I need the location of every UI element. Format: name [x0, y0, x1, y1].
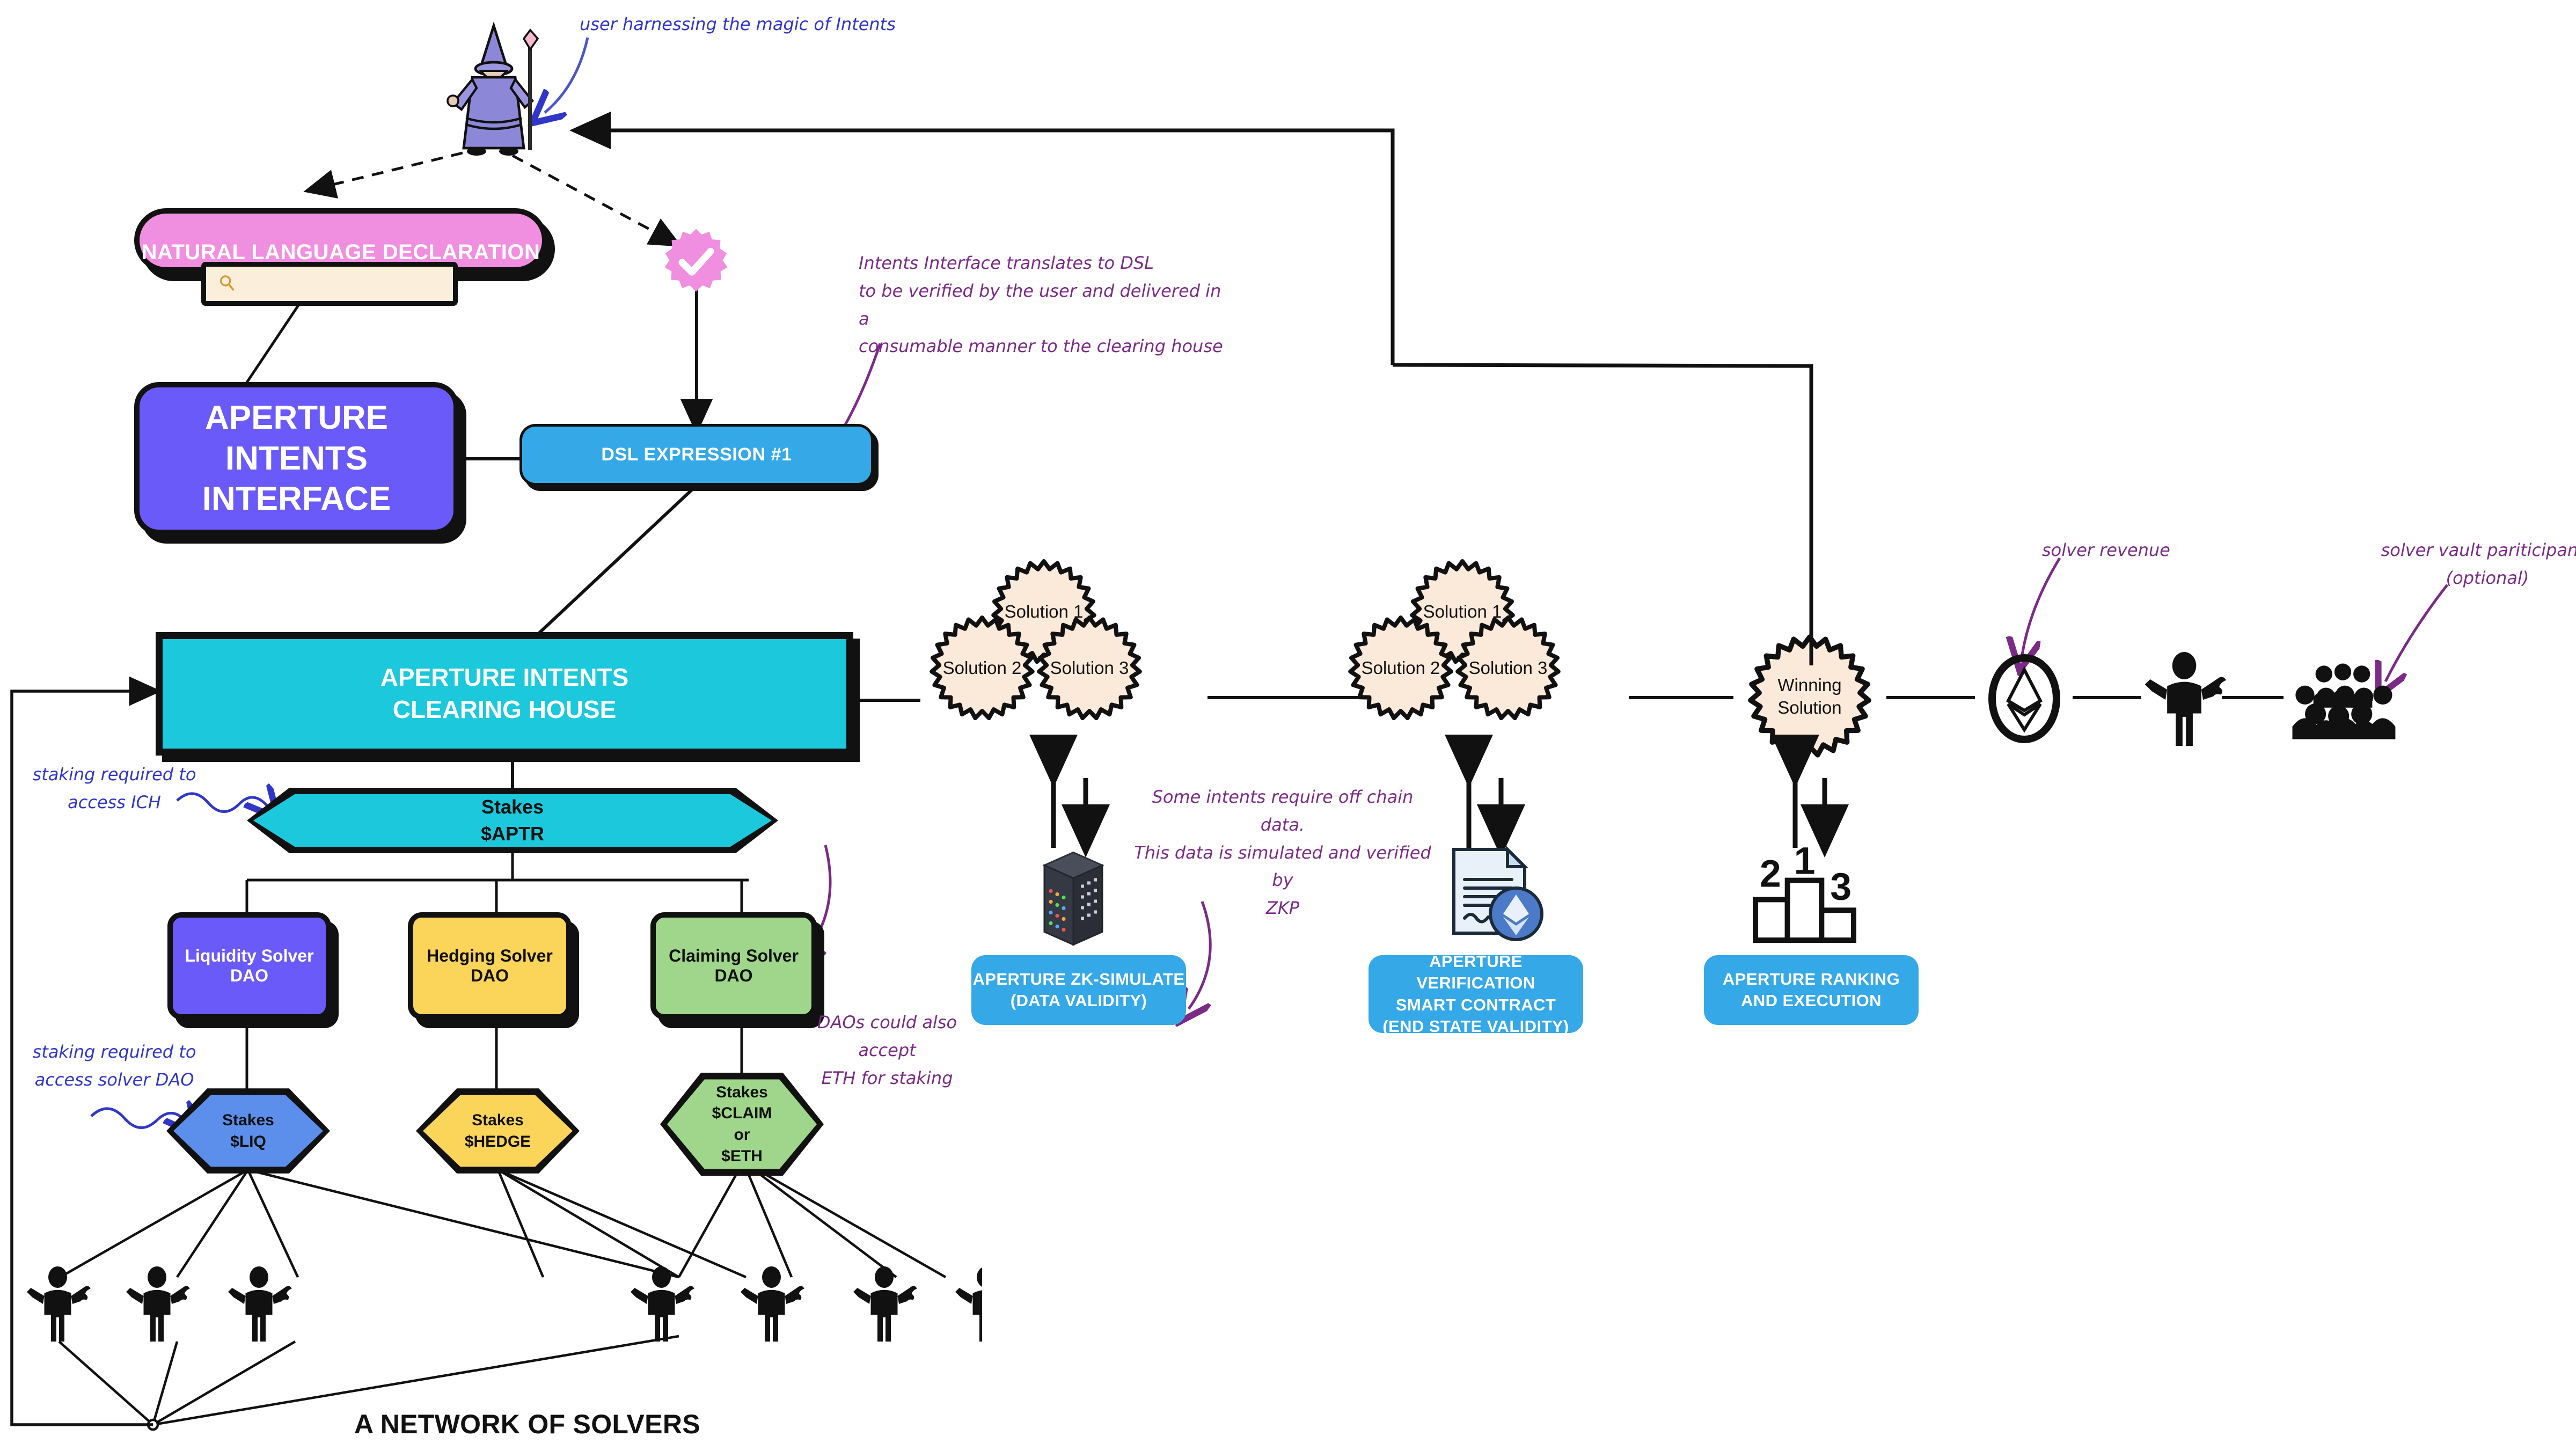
winning-line2: Solution	[1777, 697, 1842, 717]
stakes-liq-hex[interactable]: Stakes $LIQ	[166, 1087, 330, 1175]
annotation-user-magic: user harnessing the magic of Intents	[580, 14, 896, 34]
service-box-line2: AND EXECUTION	[1741, 991, 1882, 1010]
server-rack-icon	[1036, 848, 1111, 947]
service-box-line1: APERTURE ZK-SIMULATE	[972, 969, 1185, 988]
contract-ethereum-icon	[1441, 845, 1548, 947]
dsl-label: DSL EXPRESSION #1	[601, 444, 792, 465]
aperture-intents-interface-box[interactable]: APERTURE INTENTS INTERFACE	[134, 382, 459, 535]
stakes-aptr-line2: $APTR	[480, 823, 545, 845]
aperture-ranking-and-execution-box[interactable]: APERTURE RANKING AND EXECUTION	[1704, 955, 1919, 1025]
annotation-intents-translate: Intents Interface translates to DSL to b…	[859, 253, 1223, 357]
winning-line1: Winning	[1777, 675, 1842, 695]
dao-label: Hedging Solver DAO	[427, 946, 553, 985]
winning-solution-cloud[interactable]: Winning Solution	[1729, 633, 1890, 759]
hex-line2: $LIQ	[230, 1132, 266, 1150]
annotation-solver-revenue: solver revenue	[2042, 540, 2170, 560]
wizard-icon	[429, 21, 558, 161]
check-badge-icon	[661, 228, 731, 297]
service-box-line3: (END STATE VALIDITY)	[1382, 1016, 1569, 1036]
solution-cloud-label: Solution 3	[1468, 658, 1548, 678]
annotation-solver-vault: solver vault pariticipants (optional)	[2381, 540, 2576, 588]
magnifier-icon	[218, 274, 236, 295]
dao-box-liquidity[interactable]: Liquidity Solver DAO	[167, 912, 331, 1020]
aperture-zk-simulate-box[interactable]: APERTURE ZK-SIMULATE (DATA VALIDITY)	[971, 955, 1186, 1025]
hex-line1: Stakes	[472, 1111, 524, 1129]
annotation-offchain-zkp: Some intents require off chain data. Thi…	[1134, 787, 1431, 919]
podium-icon: 2 1 3	[1747, 840, 1862, 944]
stakes-aptr-line1: Stakes	[481, 796, 544, 818]
service-box-line1: APERTURE RANKING	[1722, 969, 1900, 988]
edge-stakes-to-daos	[245, 853, 749, 912]
ich-label-line1: APERTURE INTENTS	[380, 663, 629, 692]
dao-label: Liquidity Solver DAO	[185, 946, 314, 985]
solver-person-wrench-icon	[2141, 652, 2227, 748]
dao-box-hedging[interactable]: Hedging Solver DAO	[408, 912, 572, 1020]
dao-box-claiming[interactable]: Claiming Solver DAO	[650, 912, 817, 1020]
solution-cloud-label: Solution 3	[1050, 658, 1129, 678]
service-box-line2: (DATA VALIDITY)	[1010, 991, 1147, 1010]
diagram-canvas: NATURAL LANGUAGE DECLARATION APERTURE IN…	[0, 0, 2576, 1451]
solution-group-1: Solution 1 Solution 2 Solution 3	[912, 558, 1213, 735]
hex-line4: $ETH	[721, 1147, 763, 1165]
aii-label-line1: APERTURE INTENTS	[204, 399, 389, 477]
aperture-verification-smart-contract-box[interactable]: APERTURE VERIFICATION SMART CONTRACT (EN…	[1368, 952, 1583, 1036]
svg-text:3: 3	[1830, 865, 1851, 908]
svg-text:1: 1	[1794, 840, 1816, 883]
hex-line2: $HEDGE	[464, 1132, 531, 1150]
aperture-intents-clearing-house-box[interactable]: APERTURE INTENTS CLEARING HOUSE	[156, 632, 853, 756]
solution-cloud-label: Solution 2	[942, 658, 1022, 678]
page-title: A NETWORK OF SOLVERS	[354, 1409, 700, 1439]
annotation-arrow-solver-revenue	[2022, 557, 2061, 655]
solver-network-row	[16, 1266, 1019, 1347]
solution-cloud[interactable]: Solution 3	[1436, 614, 1580, 722]
hex-line3: or	[734, 1126, 750, 1144]
solution-cloud-label: Solution 2	[1361, 658, 1440, 678]
nld-label: NATURAL LANGUAGE DECLARATION	[141, 240, 540, 264]
hex-line1: Stakes	[716, 1083, 768, 1101]
edge-nld-to-interface	[243, 293, 308, 387]
annotation-daos-eth: DAOs could also accept ETH for staking	[817, 1012, 957, 1088]
stakes-aptr-hex[interactable]: Stakes $APTR	[247, 788, 778, 853]
service-box-line2: SMART CONTRACT	[1395, 995, 1556, 1014]
solution-cloud-label: Solution 1	[1423, 602, 1502, 622]
annotation-staking-ich: staking required to access ICH	[32, 764, 196, 812]
search-input[interactable]	[201, 262, 458, 306]
hex-line1: Stakes	[222, 1111, 274, 1129]
dao-label: Claiming Solver DAO	[669, 946, 799, 985]
solution-cloud[interactable]: Solution 3	[1017, 614, 1162, 722]
ich-label-line2: CLEARING HOUSE	[392, 695, 617, 723]
svg-text:2: 2	[1760, 853, 1781, 896]
ethereum-icon	[1976, 650, 2073, 747]
edge-dsl-to-clearinghouse	[527, 488, 694, 644]
aii-label-line2: INTERFACE	[202, 480, 391, 518]
solution-cloud-label: Solution 1	[1004, 602, 1084, 622]
service-box-line1: APERTURE VERIFICATION	[1416, 951, 1535, 993]
hex-line2: $CLAIM	[712, 1104, 772, 1123]
stakes-hedge-hex[interactable]: Stakes $HEDGE	[416, 1087, 580, 1175]
dsl-expression-box[interactable]: DSL EXPRESSION #1	[519, 424, 874, 486]
solution-group-2: Solution 1 Solution 2 Solution 3	[1331, 558, 1631, 735]
convergence-node	[147, 1418, 159, 1431]
edge-hex-to-solvers	[59, 1161, 947, 1279]
crowd-icon	[2280, 661, 2406, 742]
annotation-staking-solver-dao: staking required to access solver DAO	[32, 1042, 196, 1090]
